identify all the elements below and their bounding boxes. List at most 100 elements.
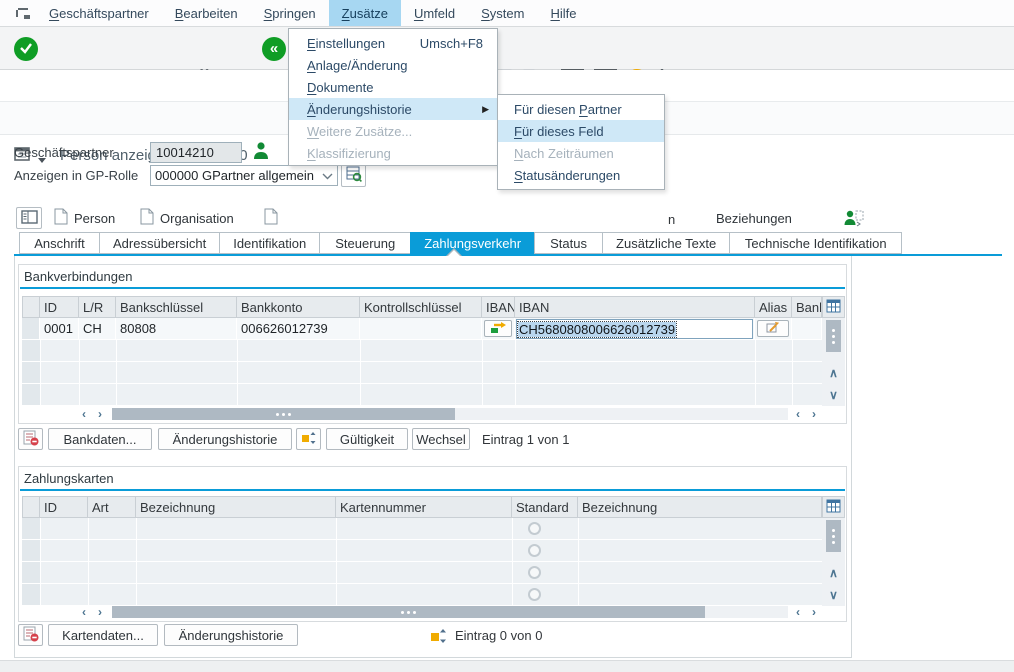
bank-scroll-down-button[interactable]: ∨ — [822, 384, 845, 406]
cards-col-kartennummer[interactable]: Kartennummer — [336, 496, 512, 518]
exit-button[interactable]: « — [262, 37, 286, 61]
bank-col-iban[interactable]: IBAN — [515, 296, 755, 318]
delete-card-row-button[interactable] — [18, 624, 43, 646]
menu-zusaetze[interactable]: Zusätze — [329, 0, 401, 26]
gueltigkeit-button[interactable]: Gültigkeit — [326, 428, 408, 450]
bank-col-bankschluessel[interactable]: Bankschlüssel — [116, 296, 237, 318]
cards-hscroll-left2-button[interactable]: ‹ — [790, 605, 806, 619]
beziehungen-button[interactable]: Beziehungen — [716, 208, 792, 228]
system-menu-icon[interactable] — [15, 7, 33, 23]
menu-system[interactable]: System — [468, 0, 537, 26]
standard-radio[interactable] — [528, 544, 541, 557]
cards-empty-row[interactable] — [22, 562, 822, 584]
bank-hscroll-left2-button[interactable]: ‹ — [790, 407, 806, 421]
bank-empty-row[interactable] — [22, 384, 822, 406]
cards-aenderungshistorie-button[interactable]: Änderungshistorie — [164, 624, 298, 646]
cards-reorder-icon[interactable] — [430, 627, 448, 648]
kartendaten-button[interactable]: Kartendaten... — [48, 624, 158, 646]
standard-radio[interactable] — [528, 588, 541, 601]
menu-geschaeftspartner[interactable]: Geschäftspartner — [36, 0, 162, 26]
gruppe-button-partially-hidden[interactable] — [264, 208, 278, 228]
menu-bearbeiten[interactable]: Bearbeiten — [162, 0, 251, 26]
wechsel-button[interactable]: Wechsel — [412, 428, 470, 450]
menu-item-anlage-aenderung[interactable]: Anlage/Änderung — [289, 54, 497, 76]
bank-hscroll-right-button[interactable]: › — [92, 407, 108, 421]
bank-cell-bankkonto[interactable]: 006626012739 — [237, 318, 360, 340]
alias-button[interactable] — [757, 320, 789, 337]
standard-radio[interactable] — [528, 566, 541, 579]
organisation-button[interactable]: Organisation — [140, 208, 234, 228]
iban-detail-button[interactable] — [484, 320, 512, 337]
bank-col-alias[interactable]: Alias — [755, 296, 792, 318]
menu-umfeld[interactable]: Umfeld — [401, 0, 468, 26]
tab-steuerung[interactable]: Steuerung — [319, 232, 411, 254]
bank-col-id[interactable]: ID — [40, 296, 79, 318]
menu-item-aenderungshistorie[interactable]: Änderungshistorie ▶ — [289, 98, 497, 120]
cards-empty-row[interactable] — [22, 540, 822, 562]
display-role-button[interactable] — [341, 164, 366, 187]
iban-input-cell[interactable]: CH5680808006626012739 — [516, 319, 753, 339]
cards-vscroll-thumb[interactable] — [826, 520, 841, 552]
tab-zahlungsverkehr[interactable]: Zahlungsverkehr — [410, 232, 535, 254]
cards-scroll-down-button[interactable]: ∨ — [822, 584, 845, 606]
cards-col-bezeichnung2[interactable]: Bezeichnung — [578, 496, 822, 518]
bank-aenderungshistorie-button[interactable]: Änderungshistorie — [158, 428, 292, 450]
tab-anschrift[interactable]: Anschrift — [19, 232, 100, 254]
tab-adressuebersicht[interactable]: Adressübersicht — [99, 232, 220, 254]
bank-reorder-button[interactable] — [296, 428, 321, 450]
tab-technische-identifikation[interactable]: Technische Identifikation — [729, 232, 902, 254]
bank-hscroll-left-button[interactable]: ‹ — [76, 407, 92, 421]
bank-col-iban-button[interactable]: IBAN — [482, 296, 515, 318]
bankdaten-button[interactable]: Bankdaten... — [48, 428, 152, 450]
locator-toggle-button[interactable] — [16, 207, 42, 229]
delete-bank-row-button[interactable] — [18, 428, 43, 450]
cards-scroll-up-button[interactable]: ∧ — [822, 562, 845, 584]
submenu-item-fuer-dieses-feld[interactable]: Für dieses Feld — [498, 120, 664, 142]
cards-col-id[interactable]: ID — [40, 496, 88, 518]
bank-col-bankkonto[interactable]: Bankkonto — [237, 296, 360, 318]
bank-scroll-up-button[interactable]: ∧ — [822, 362, 845, 384]
menu-hilfe[interactable]: Hilfe — [537, 0, 589, 26]
cards-col-bezeichnung[interactable]: Bezeichnung — [136, 496, 336, 518]
cards-col-art[interactable]: Art — [88, 496, 136, 518]
bank-cell-bankschluessel[interactable]: 80808 — [116, 318, 237, 340]
bank-row-selector[interactable] — [22, 318, 40, 340]
cards-hscroll-thumb[interactable] — [112, 606, 705, 618]
bank-cell-bank[interactable] — [792, 318, 822, 340]
menu-item-dokumente[interactable]: Dokumente — [289, 76, 497, 98]
menu-springen[interactable]: Springen — [251, 0, 329, 26]
bank-data-row[interactable]: 0001 CH 80808 006626012739 CH56808080066… — [22, 318, 822, 340]
bank-table-config-button[interactable] — [822, 296, 845, 318]
gp-rolle-select[interactable]: 000000 GPartner allgemein — [150, 165, 338, 186]
bank-empty-row[interactable] — [22, 340, 822, 362]
bank-col-lr[interactable]: L/R — [79, 296, 116, 318]
standard-radio[interactable] — [528, 522, 541, 535]
switch-display-change-icon[interactable] — [843, 208, 865, 232]
cards-hscroll-right2-button[interactable]: › — [806, 605, 822, 619]
bank-select-all-cell[interactable] — [22, 296, 40, 318]
cards-col-standard[interactable]: Standard — [512, 496, 578, 518]
bank-hscroll-right2-button[interactable]: › — [806, 407, 822, 421]
bank-hscroll-thumb[interactable] — [112, 408, 455, 420]
cards-empty-row[interactable] — [22, 584, 822, 606]
person-button[interactable]: Person — [54, 208, 115, 228]
tab-identifikation[interactable]: Identifikation — [219, 232, 320, 254]
cards-hscroll-left-button[interactable]: ‹ — [76, 605, 92, 619]
submenu-item-statusaenderungen[interactable]: Statusänderungen — [498, 164, 664, 186]
bank-col-bank[interactable]: Bank — [792, 296, 822, 318]
tab-status[interactable]: Status — [534, 232, 603, 254]
bank-col-kontrollschluessel[interactable]: Kontrollschlüssel — [360, 296, 482, 318]
bank-empty-row[interactable] — [22, 362, 822, 384]
bank-vscroll-thumb[interactable] — [826, 320, 841, 352]
bank-cell-kontrollschluessel[interactable] — [360, 318, 482, 340]
geschaeftspartner-value-field[interactable]: 10014210 — [150, 142, 242, 163]
submenu-item-fuer-diesen-partner[interactable]: Für diesen Partner — [498, 98, 664, 120]
cards-empty-row[interactable] — [22, 518, 822, 540]
cards-select-all-cell[interactable] — [22, 496, 40, 518]
tab-zusaetzliche-texte[interactable]: Zusätzliche Texte — [602, 232, 730, 254]
bank-cell-id[interactable]: 0001 — [40, 318, 79, 340]
enter-button[interactable] — [14, 37, 38, 61]
cards-hscroll-right-button[interactable]: › — [92, 605, 108, 619]
bank-cell-lr[interactable]: CH — [79, 318, 116, 340]
menu-item-einstellungen[interactable]: Einstellungen Umsch+F8 — [289, 32, 497, 54]
